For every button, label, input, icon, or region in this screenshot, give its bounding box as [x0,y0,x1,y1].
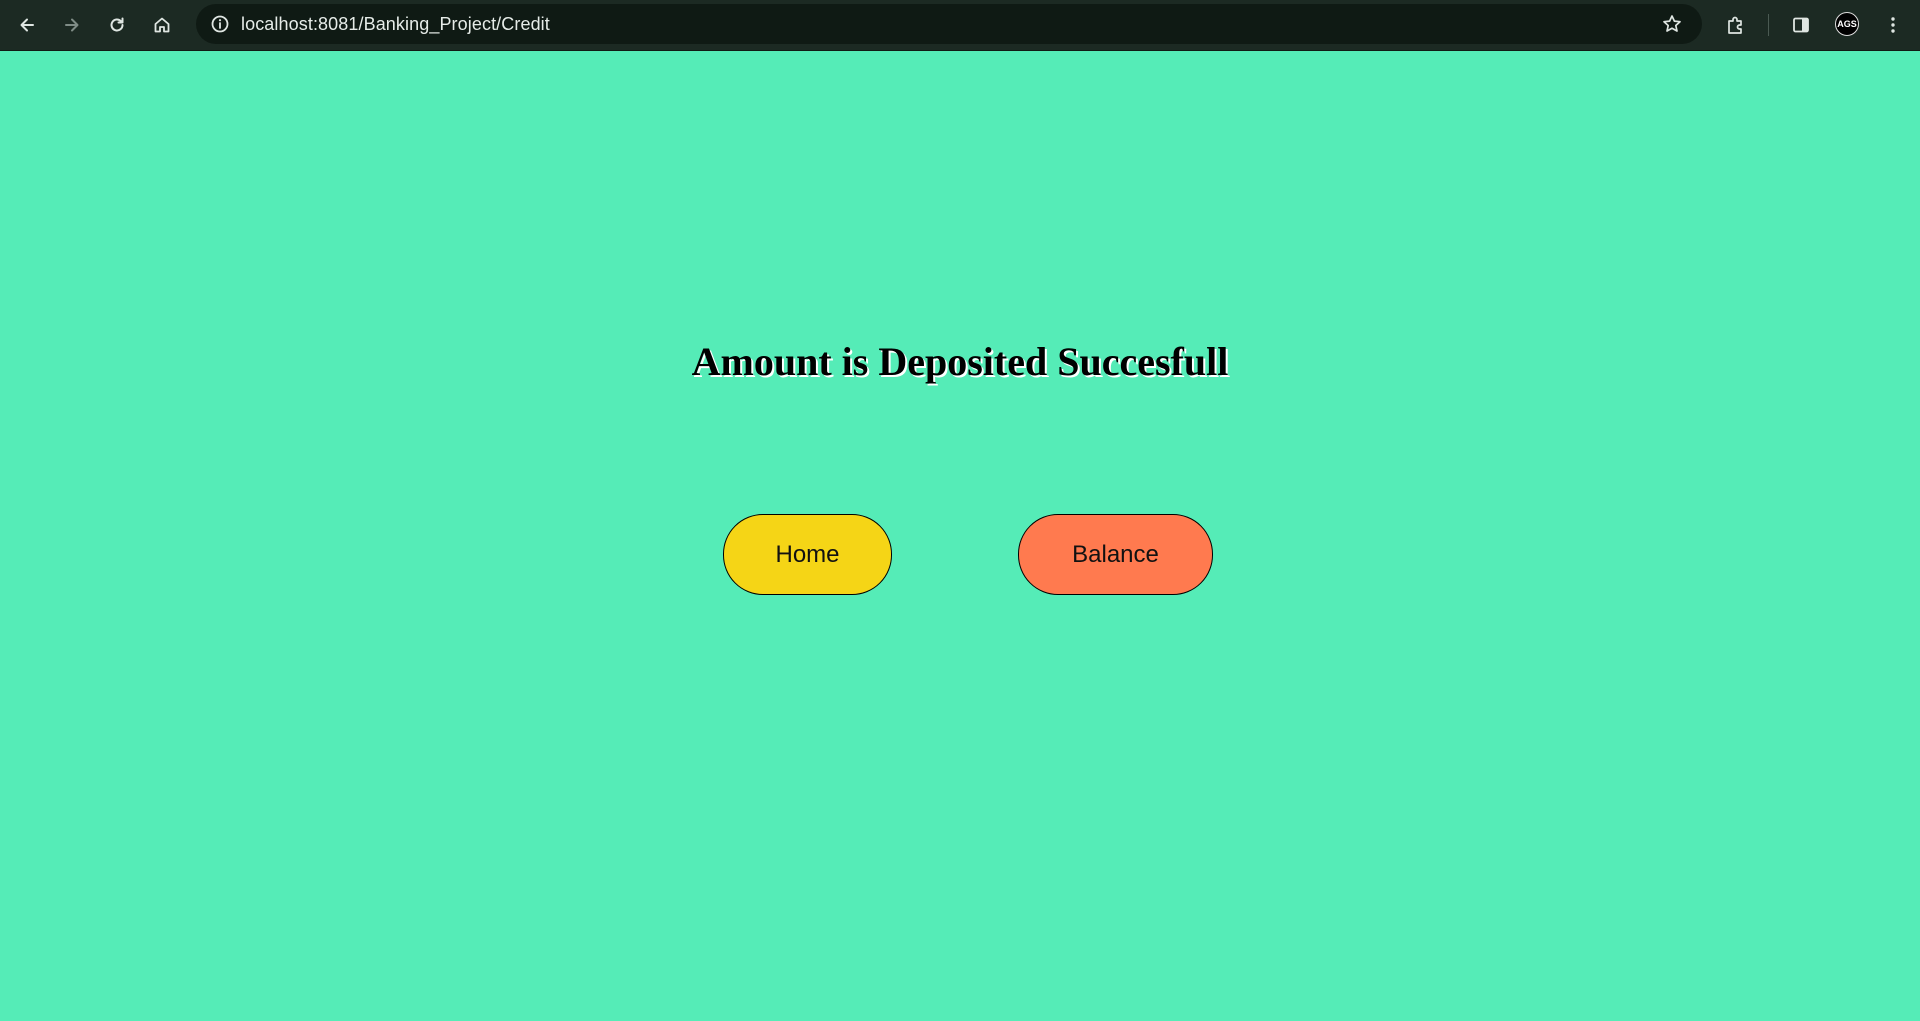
home-nav-button[interactable] [146,9,178,41]
balance-button[interactable]: Balance [1018,514,1213,595]
side-panel-button[interactable] [1785,9,1817,41]
puzzle-icon [1728,16,1742,34]
forward-button[interactable] [56,9,88,41]
extensions-button[interactable] [1720,9,1752,41]
bookmark-button[interactable] [1656,8,1688,40]
address-bar[interactable]: localhost:8081/Banking_Project/Credit [196,4,1702,44]
home-button[interactable]: Home [723,514,892,595]
reload-button[interactable] [101,9,133,41]
page-title: Amount is Deposited Succesfull [691,339,1229,384]
browser-menu-button[interactable] [1877,9,1909,41]
side-panel-icon [1793,17,1809,33]
profile-avatar[interactable]: AGS [1835,12,1859,36]
star-icon [1663,15,1681,32]
back-arrow-icon [20,18,34,32]
url-text[interactable]: localhost:8081/Banking_Project/Credit [241,14,550,35]
toolbar-divider [1768,14,1769,36]
reload-icon [110,17,124,32]
back-button[interactable] [11,9,43,41]
info-icon [211,15,229,33]
kebab-menu-icon [1891,17,1895,33]
browser-toolbar: localhost:8081/Banking_Project/Credit AG… [0,0,1920,51]
site-info-button[interactable] [204,8,236,40]
forward-arrow-icon [65,18,79,32]
home-icon [154,17,170,33]
